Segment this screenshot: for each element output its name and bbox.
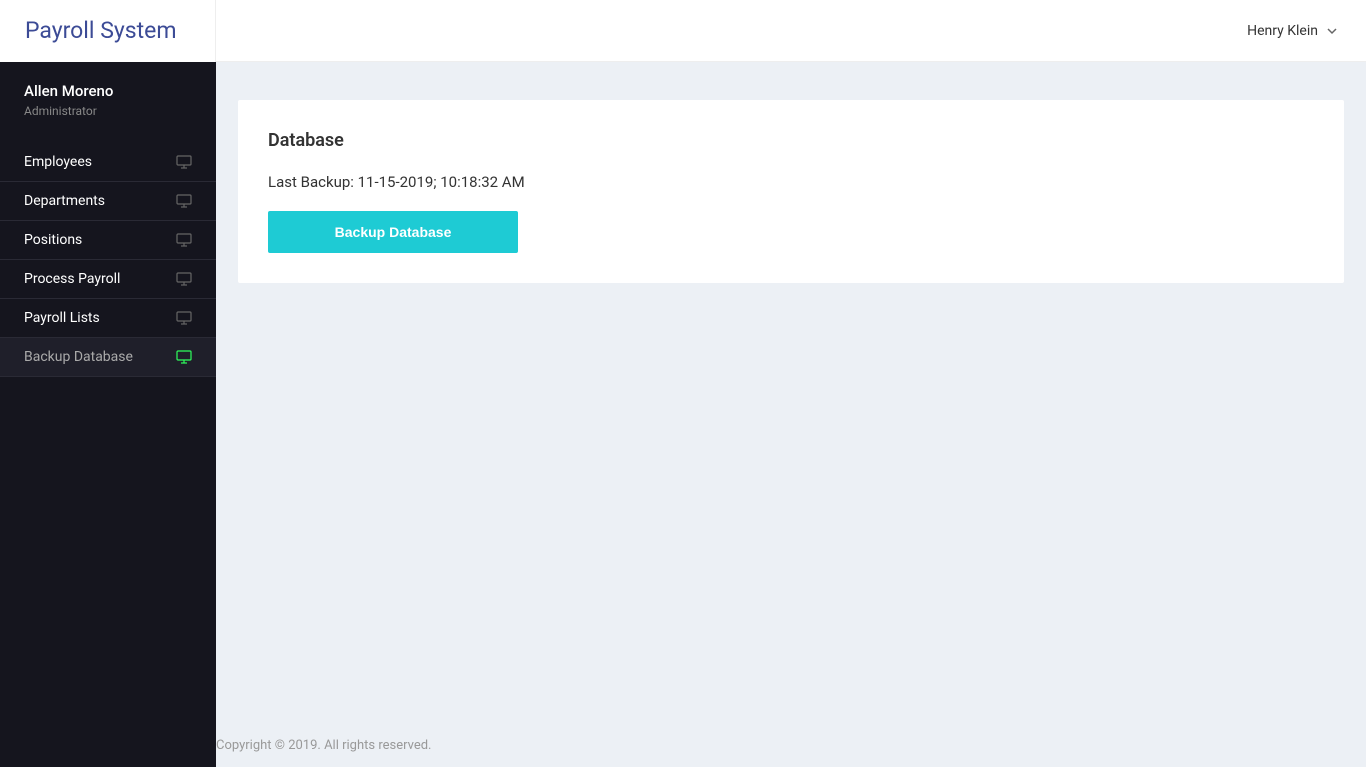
logo-area: Payroll System (0, 0, 216, 62)
nav-label: Positions (24, 232, 82, 248)
sidebar-user-panel: Allen Moreno Administrator (0, 62, 216, 133)
last-backup-info: Last Backup: 11-15-2019; 10:18:32 AM (268, 173, 1314, 191)
nav-label: Backup Database (24, 349, 133, 365)
nav-item-positions[interactable]: Positions (0, 221, 216, 260)
card-title: Database (268, 130, 1314, 151)
content-card: Database Last Backup: 11-15-2019; 10:18:… (238, 100, 1344, 283)
nav-label: Departments (24, 193, 105, 209)
sidebar-user-name: Allen Moreno (24, 82, 192, 100)
nav-label: Payroll Lists (24, 310, 100, 326)
nav-label: Process Payroll (24, 271, 120, 287)
nav-item-departments[interactable]: Departments (0, 182, 216, 221)
nav-item-employees[interactable]: Employees (0, 143, 216, 182)
nav-item-process-payroll[interactable]: Process Payroll (0, 260, 216, 299)
sidebar-user-role: Administrator (24, 104, 192, 118)
monitor-icon (176, 350, 192, 364)
sidebar: Allen Moreno Administrator Employees Dep… (0, 62, 216, 767)
app-title: Payroll System (25, 17, 177, 44)
nav-label: Employees (24, 154, 92, 170)
nav-item-backup-database[interactable]: Backup Database (0, 338, 216, 377)
monitor-icon (176, 194, 192, 208)
monitor-icon (176, 233, 192, 247)
chevron-down-icon (1326, 25, 1338, 37)
monitor-icon (176, 311, 192, 325)
header-user-name: Henry Klein (1247, 23, 1318, 39)
backup-database-button[interactable]: Backup Database (268, 211, 518, 253)
monitor-icon (176, 155, 192, 169)
header: Payroll System Henry Klein (0, 0, 1366, 62)
nav-item-payroll-lists[interactable]: Payroll Lists (0, 299, 216, 338)
content-wrapper: Database Last Backup: 11-15-2019; 10:18:… (216, 62, 1366, 767)
monitor-icon (176, 272, 192, 286)
user-dropdown[interactable]: Henry Klein (1247, 23, 1338, 39)
header-right: Henry Klein (216, 23, 1366, 39)
nav-menu: Employees Departments Positions (0, 143, 216, 377)
footer-text: Copyright © 2019. All rights reserved. (216, 738, 431, 753)
